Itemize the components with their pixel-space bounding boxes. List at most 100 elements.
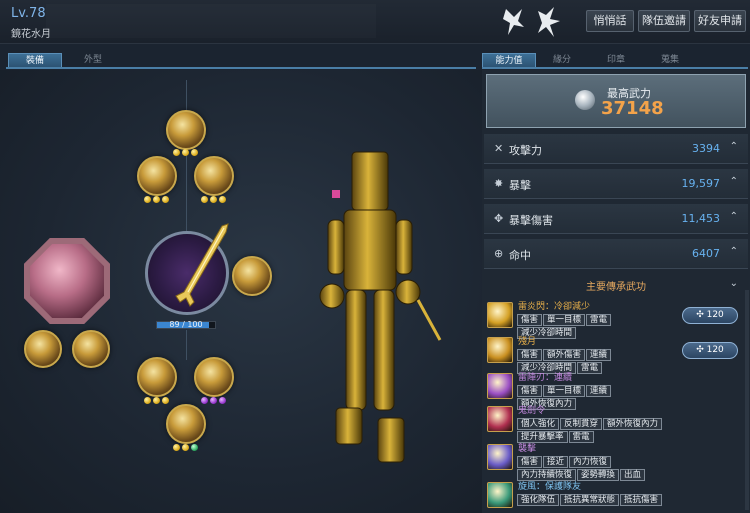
gem-slot-7-stars bbox=[144, 397, 169, 405]
stat-row[interactable]: ✕ 攻擊力 3394 ⌃ bbox=[484, 134, 748, 164]
left-tab-underline bbox=[6, 67, 476, 69]
skill-name: 雷炎閃：冷卻減少 bbox=[518, 302, 591, 312]
skill-tag: 強化隊伍 bbox=[517, 494, 560, 506]
skill-tag: 姿勢轉換 bbox=[577, 469, 620, 481]
skill-level-value: 120 bbox=[706, 345, 724, 355]
stat-value: 6407 bbox=[692, 247, 720, 260]
stat-value: 3394 bbox=[692, 142, 720, 155]
swords-icon: ✕ bbox=[494, 142, 504, 155]
chevron-up-icon[interactable]: ⌃ bbox=[730, 176, 738, 187]
combat-power-value: 37148 bbox=[601, 98, 664, 119]
skill-name: 殘月 bbox=[518, 337, 537, 347]
friend-request-button[interactable]: 好友申請 bbox=[694, 10, 746, 32]
right-tab-underline bbox=[482, 67, 748, 69]
stat-value: 11,453 bbox=[681, 212, 721, 225]
skill-level-icon: ✣ bbox=[696, 310, 707, 320]
gem-slot-1-stars bbox=[173, 149, 198, 157]
player-name: 鏡花水月 bbox=[11, 29, 51, 40]
skill-tags: 傷害 單一目標 雷電 減少冷卻時間 bbox=[517, 314, 667, 339]
gem-slot-4[interactable] bbox=[194, 357, 234, 397]
skill-tag: 雷電 bbox=[577, 362, 603, 374]
title-banner bbox=[46, 4, 376, 38]
gem-slot-3[interactable] bbox=[232, 256, 272, 296]
skill-tag: 傷害 bbox=[517, 314, 543, 326]
skill-tags: 傷害 接近 內力恢復 內力持續恢復 姿勢轉換 出血 bbox=[517, 456, 667, 481]
chevron-down-icon: ⌄ bbox=[729, 278, 738, 289]
skill-tag: 傷害 bbox=[517, 456, 543, 468]
gem-slot-2[interactable] bbox=[194, 156, 234, 196]
skill-tag: 傷害 bbox=[517, 385, 543, 397]
gem-slot-8[interactable] bbox=[137, 156, 177, 196]
skill-tag: 單一目標 bbox=[543, 314, 586, 326]
crosshair-burst-icon: ✥ bbox=[494, 212, 504, 225]
skill-tag: 額外恢復內力 bbox=[603, 418, 663, 430]
player-level: Lv.78 bbox=[11, 6, 46, 21]
skill-level-badge[interactable]: ✣ 120 bbox=[682, 342, 738, 359]
weapon-durability-text: 89 / 100 bbox=[169, 320, 203, 329]
stat-row[interactable]: ⊕ 命中 6407 ⌃ bbox=[484, 239, 748, 269]
gem-slot-8-stars bbox=[144, 196, 169, 204]
stat-label: 暴擊傷害 bbox=[509, 214, 553, 227]
skill-level-badge[interactable]: ✣ 120 bbox=[682, 307, 738, 324]
skill-tags: 個人強化 反制貫穿 額外恢復內力提升暴擊率 雷電 bbox=[517, 418, 667, 443]
skill-tag: 出血 bbox=[620, 469, 646, 481]
skill-name: 鬼劍令 bbox=[518, 406, 546, 416]
party-invite-button[interactable]: 隊伍邀請 bbox=[638, 10, 690, 32]
skills-section-title: 主要傳承武功 bbox=[586, 282, 646, 293]
skill-name: 襲擊 bbox=[518, 444, 537, 454]
whisper-button[interactable]: 悄悄話 bbox=[586, 10, 634, 32]
top-bar: Lv.78 鏡花水月 悄悄話 隊伍邀請 好友申請 bbox=[0, 0, 750, 44]
power-emblem-icon bbox=[575, 90, 595, 110]
faction-emblem-icon bbox=[538, 7, 560, 37]
skill-tag: 單一目標 bbox=[543, 385, 586, 397]
skill-tag: 傷害 bbox=[517, 349, 543, 361]
skill-icon[interactable] bbox=[487, 302, 513, 328]
gem-slot-2-stars bbox=[201, 196, 226, 204]
skill-tag: 提升暴擊率 bbox=[517, 431, 568, 443]
skill-name: 旋風：保護隊友 bbox=[518, 482, 582, 492]
accessory-slot-left[interactable] bbox=[24, 330, 62, 368]
skill-tag: 連續 bbox=[586, 385, 612, 397]
skill-icon[interactable] bbox=[487, 444, 513, 470]
skill-level-icon: ✣ bbox=[696, 345, 707, 355]
skill-name: 雷陣刃：連續 bbox=[518, 373, 573, 383]
skill-icon[interactable] bbox=[487, 373, 513, 399]
skills-section-header[interactable]: 主要傳承武功 ⌄ bbox=[484, 278, 748, 294]
skills-scrollbar[interactable] bbox=[745, 290, 749, 510]
stat-label: 命中 bbox=[509, 249, 531, 262]
gem-slot-5[interactable] bbox=[166, 404, 206, 444]
skill-icon[interactable] bbox=[487, 406, 513, 432]
stat-row[interactable]: ✥ 暴擊傷害 11,453 ⌃ bbox=[484, 204, 748, 234]
skill-tag: 個人強化 bbox=[517, 418, 560, 430]
skill-tag: 雷電 bbox=[586, 314, 612, 326]
skill-tag: 內力恢復 bbox=[569, 456, 612, 468]
target-icon: ⊕ bbox=[494, 247, 504, 260]
chevron-up-icon[interactable]: ⌃ bbox=[730, 141, 738, 152]
skill-tags: 強化隊伍 抵抗異常狀態 抵抗傷害 bbox=[517, 494, 667, 506]
skill-tag: 內力持續恢復 bbox=[517, 469, 577, 481]
stat-label: 暴擊 bbox=[509, 179, 531, 192]
skill-icon[interactable] bbox=[487, 482, 513, 508]
chevron-up-icon[interactable]: ⌃ bbox=[730, 246, 738, 257]
skill-tag: 反制貫穿 bbox=[560, 418, 603, 430]
chevron-up-icon[interactable]: ⌃ bbox=[730, 211, 738, 222]
skill-tag: 雷電 bbox=[568, 431, 594, 443]
burst-icon: ✸ bbox=[494, 177, 504, 190]
sword-icon bbox=[175, 223, 229, 307]
skill-tag: 接近 bbox=[543, 456, 569, 468]
skill-level-value: 120 bbox=[706, 310, 724, 320]
soul-shield-slot[interactable] bbox=[30, 244, 104, 318]
stat-row[interactable]: ✸ 暴擊 19,597 ⌃ bbox=[484, 169, 748, 199]
gem-slot-1[interactable] bbox=[166, 110, 206, 150]
gem-slot-7[interactable] bbox=[137, 357, 177, 397]
accessory-slot-right[interactable] bbox=[72, 330, 110, 368]
skill-icon[interactable] bbox=[487, 337, 513, 363]
gem-slot-5-stars bbox=[173, 444, 198, 452]
stat-label: 攻擊力 bbox=[509, 144, 542, 157]
connector-line bbox=[186, 330, 187, 360]
skill-tags: 傷害 額外傷害 連續 減少冷卻時間 雷電 bbox=[517, 349, 667, 374]
stat-value: 19,597 bbox=[681, 177, 721, 190]
skill-tag: 抵抗異常狀態 bbox=[560, 494, 620, 506]
clan-emblem-icon bbox=[503, 9, 524, 35]
character-model[interactable] bbox=[318, 150, 448, 480]
